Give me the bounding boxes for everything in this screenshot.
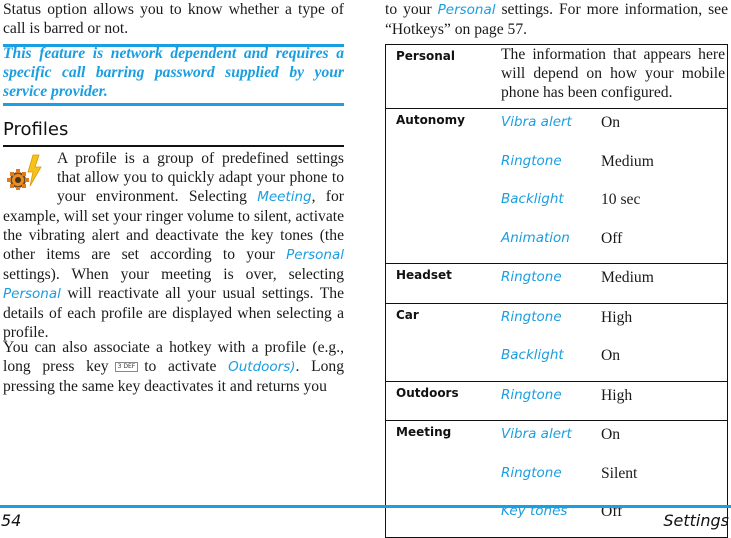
table-row: Headset Ringtone Medium bbox=[385, 263, 728, 303]
footer-section-name: Settings bbox=[663, 511, 729, 530]
setting-name: Ringtone bbox=[501, 263, 601, 303]
profile-name bbox=[386, 148, 502, 187]
continuation-text: to your Personal settings. For more info… bbox=[385, 0, 728, 39]
setting-value: On bbox=[601, 347, 621, 364]
profile-name bbox=[386, 342, 502, 381]
network-note: This feature is network dependent and re… bbox=[3, 45, 344, 100]
profile-name bbox=[386, 225, 502, 264]
profile-name: Car bbox=[385, 302, 501, 342]
table-row: Backlight 10 sec bbox=[386, 186, 728, 225]
link-personal: Personal bbox=[286, 247, 344, 263]
table-row: Backlight On bbox=[386, 342, 728, 381]
page-number: 54 bbox=[1, 511, 22, 530]
table-row: Animation Off bbox=[386, 225, 728, 264]
setting-value: High bbox=[601, 302, 728, 342]
table-row: Meeting Vibra alert On bbox=[385, 420, 728, 460]
link-personal: Personal bbox=[3, 286, 61, 302]
profile-description: The information that appears here will d… bbox=[501, 46, 725, 101]
setting-name: Vibra alert bbox=[501, 108, 601, 148]
para-text: to activate bbox=[144, 358, 229, 375]
setting-name: Key tones bbox=[501, 503, 568, 519]
setting-value: 10 sec bbox=[601, 191, 641, 208]
table-row: Autonomy Vibra alert On bbox=[385, 108, 728, 148]
profile-name: Personal bbox=[396, 49, 455, 63]
link-outdoors: Outdoors) bbox=[228, 359, 296, 375]
para-text: to your bbox=[385, 1, 438, 18]
setting-value: On bbox=[601, 420, 728, 460]
setting-name: Ringtone bbox=[501, 380, 601, 421]
setting-value: Silent bbox=[601, 464, 638, 482]
setting-name: Animation bbox=[501, 229, 570, 246]
table-row-personal: Personal The information that appears he… bbox=[386, 45, 728, 109]
footer-rule bbox=[0, 505, 731, 508]
key-3-icon: 3 DEF bbox=[114, 362, 139, 373]
setting-value: On bbox=[601, 108, 728, 148]
profile-name bbox=[386, 498, 502, 537]
intro-text: Status option allows you to know whether… bbox=[3, 1, 344, 37]
setting-name: Ringtone bbox=[501, 464, 562, 481]
profiles-table: Personal The information that appears he… bbox=[385, 44, 728, 538]
setting-value: Medium bbox=[601, 152, 654, 170]
setting-name: Vibra alert bbox=[501, 420, 601, 460]
setting-name: Ringtone bbox=[501, 302, 601, 342]
hotkey-paragraph: You can also associate a hotkey with a p… bbox=[3, 338, 344, 396]
setting-value: Off bbox=[601, 229, 623, 247]
profiles-description: A profile is a group of predefined setti… bbox=[3, 149, 344, 342]
section-heading-profiles: Profiles bbox=[3, 119, 69, 140]
setting-name: Backlight bbox=[501, 347, 564, 363]
table-row: Car Ringtone High bbox=[385, 302, 728, 342]
note-bottom-rule bbox=[3, 103, 344, 106]
table-row: Ringtone Medium bbox=[386, 148, 728, 187]
link-meeting: Meeting bbox=[257, 189, 312, 205]
heading-rule bbox=[3, 145, 344, 147]
profile-name bbox=[386, 186, 502, 225]
table-row: Outdoors Ringtone High bbox=[385, 380, 728, 421]
profile-name: Headset bbox=[385, 263, 501, 303]
profile-name: Autonomy bbox=[385, 108, 501, 148]
profile-name: Outdoors bbox=[385, 380, 501, 421]
para-text: settings). When your meeting is over, se… bbox=[3, 266, 344, 283]
link-personal: Personal bbox=[437, 2, 496, 18]
setting-value: Medium bbox=[601, 263, 728, 303]
setting-name: Backlight bbox=[501, 191, 564, 207]
profile-name bbox=[386, 460, 502, 499]
profile-name: Meeting bbox=[385, 420, 501, 460]
setting-name: Ringtone bbox=[501, 152, 562, 169]
setting-value: High bbox=[601, 380, 728, 421]
table-row: Ringtone Silent bbox=[386, 460, 728, 499]
